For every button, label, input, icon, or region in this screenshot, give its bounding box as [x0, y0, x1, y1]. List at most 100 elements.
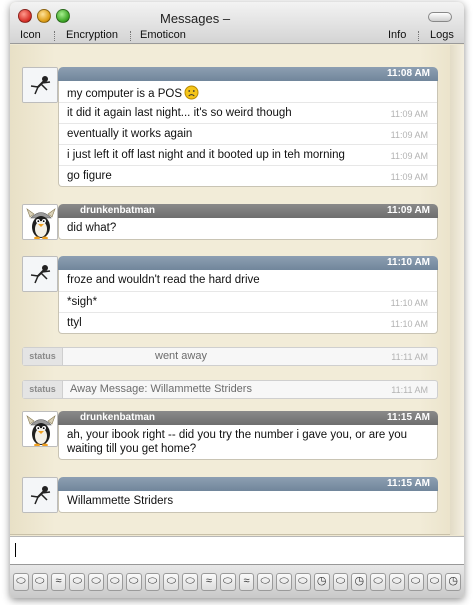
- message-header: 11:10 AM: [58, 256, 438, 270]
- message-line: did what?: [59, 218, 437, 239]
- message-time: 11:08 AM: [387, 68, 430, 79]
- chat-bubble-icon: ⬭: [16, 575, 26, 587]
- window-controls: [18, 9, 70, 23]
- message-body: did what?: [58, 218, 438, 240]
- emoticon-button[interactable]: Emoticon: [140, 29, 186, 41]
- chat-tab[interactable]: ⬭: [31, 572, 48, 591]
- line-time: 11:10 AM: [390, 298, 428, 308]
- chat-tab[interactable]: ⬭: [125, 572, 142, 591]
- chat-bubble-icon: ⬭: [392, 575, 402, 587]
- chat-tab[interactable]: ⬭: [388, 572, 405, 591]
- message-input[interactable]: [10, 536, 464, 564]
- chat-bubble-icon: ⬭: [298, 575, 308, 587]
- chat-tab[interactable]: ⬭: [219, 572, 236, 591]
- chat-tab[interactable]: ⬭: [182, 572, 198, 591]
- status-message: status Away Message: Willammette Strider…: [22, 380, 438, 399]
- chat-tab[interactable]: ⬭: [163, 572, 180, 591]
- chat-bubble-icon: ⬭: [128, 575, 139, 587]
- chat-tab[interactable]: ◷: [313, 572, 330, 591]
- message-text: froze and wouldn't read the hard drive: [67, 274, 260, 286]
- message-text: go figure: [67, 170, 112, 182]
- logs-button[interactable]: Logs: [430, 29, 454, 41]
- sender-name: drunkenbatman: [80, 205, 156, 216]
- message-time: 11:10 AM: [387, 257, 430, 268]
- message-line: ah, your ibook right -- did you try the …: [59, 425, 437, 459]
- message-text: my computer is a POS: [67, 88, 183, 100]
- line-time: 11:10 AM: [390, 319, 428, 329]
- chat-bubble-icon: ⬭: [110, 575, 120, 587]
- text-caret: [15, 543, 16, 557]
- message-body: Willammette Striders: [58, 491, 438, 513]
- message-group: drunkenbatman 11:09 AM did what?: [22, 204, 438, 242]
- chat-tab[interactable]: ⬭: [88, 572, 104, 591]
- chat-bubble-icon: ⬭: [429, 575, 440, 587]
- chat-tab[interactable]: ⬭: [69, 572, 86, 591]
- message-line: my computer is a POS: [59, 81, 437, 102]
- chat-tab[interactable]: ⬭: [144, 572, 161, 591]
- chat-tab[interactable]: ⬭: [106, 572, 123, 591]
- message-text: it did it again last night... it's so we…: [67, 107, 292, 119]
- chat-bubble-icon: ⬭: [34, 575, 45, 587]
- message-line: eventually it works again 11:09 AM: [59, 123, 437, 144]
- viking-penguin-icon: [22, 411, 58, 447]
- sender-name: drunkenbatman: [80, 412, 156, 423]
- chat-tab[interactable]: ◷: [445, 572, 462, 591]
- message-line: i just left it off last night and it boo…: [59, 144, 437, 165]
- message-text: ttyl: [67, 317, 82, 329]
- message-line: *sigh* 11:10 AM: [59, 291, 437, 312]
- message-line: ttyl 11:10 AM: [59, 312, 437, 333]
- message-body: froze and wouldn't read the hard drive *…: [58, 270, 438, 334]
- transcript-scrollbar[interactable]: [450, 45, 464, 535]
- wifi-icon: ≈: [205, 575, 212, 587]
- zoom-button[interactable]: [56, 9, 70, 23]
- stick-figure-icon: [22, 256, 58, 292]
- line-time: 11:09 AM: [390, 130, 428, 140]
- chat-tab[interactable]: ⬭: [332, 572, 349, 591]
- chat-tab[interactable]: ≈: [50, 572, 67, 591]
- toolbar-divider: [130, 31, 131, 41]
- chat-bubble-icon: ⬭: [222, 575, 233, 587]
- message-transcript[interactable]: 11:08 AM my computer is a POS it did it …: [10, 45, 464, 535]
- message-group: 11:15 AM Willammette Striders: [22, 477, 438, 515]
- message-body: my computer is a POS it did it again las…: [58, 81, 438, 187]
- toolbar-toggle-button[interactable]: [428, 12, 452, 22]
- encryption-button[interactable]: Encryption: [66, 29, 118, 41]
- message-text: Willammette Striders: [67, 495, 174, 507]
- chat-tab[interactable]: ⬭: [13, 572, 29, 591]
- close-button[interactable]: [18, 9, 32, 23]
- chat-bubble-icon: ⬭: [260, 575, 270, 587]
- chat-tab[interactable]: ⬭: [294, 572, 311, 591]
- chat-tab[interactable]: ⬭: [276, 572, 292, 591]
- chat-tab[interactable]: ⬭: [407, 572, 424, 591]
- chat-tab[interactable]: ⬭: [370, 572, 386, 591]
- wifi-icon: ≈: [243, 575, 250, 587]
- message-line: it did it again last night... it's so we…: [59, 102, 437, 123]
- message-header: 11:08 AM: [58, 67, 438, 81]
- chat-tab[interactable]: ⬭: [257, 572, 274, 591]
- message-header: drunkenbatman 11:15 AM: [58, 411, 438, 425]
- info-button[interactable]: Info: [388, 29, 406, 41]
- line-time: 11:09 AM: [390, 109, 428, 119]
- minimize-button[interactable]: [37, 9, 51, 23]
- clock-icon: ◷: [354, 575, 365, 587]
- toolbar-divider: [54, 31, 55, 41]
- chat-bubble-icon: ⬭: [91, 575, 101, 587]
- line-time: 11:09 AM: [390, 151, 428, 161]
- chat-tab[interactable]: ⬭: [426, 572, 443, 591]
- chat-bubble-icon: ⬭: [335, 575, 346, 587]
- wifi-icon: ≈: [55, 575, 62, 587]
- chat-bubble-icon: ⬭: [279, 575, 289, 587]
- message-text: eventually it works again: [67, 128, 193, 140]
- message-group: drunkenbatman 11:15 AM ah, your ibook ri…: [22, 411, 438, 463]
- icon-button[interactable]: Icon: [20, 29, 41, 41]
- clock-icon: ◷: [448, 575, 459, 587]
- chat-tab[interactable]: ≈: [238, 572, 255, 591]
- message-text: did what?: [67, 222, 117, 234]
- status-message: status went away 11:11 AM: [22, 347, 438, 366]
- stick-figure-icon: [22, 67, 58, 103]
- status-text: Away Message: Willammette Striders: [70, 383, 252, 395]
- chat-tab[interactable]: ◷: [351, 572, 368, 591]
- status-label: status: [23, 381, 63, 398]
- message-group: 11:08 AM my computer is a POS it did it …: [22, 67, 438, 194]
- chat-tab[interactable]: ≈: [200, 572, 217, 591]
